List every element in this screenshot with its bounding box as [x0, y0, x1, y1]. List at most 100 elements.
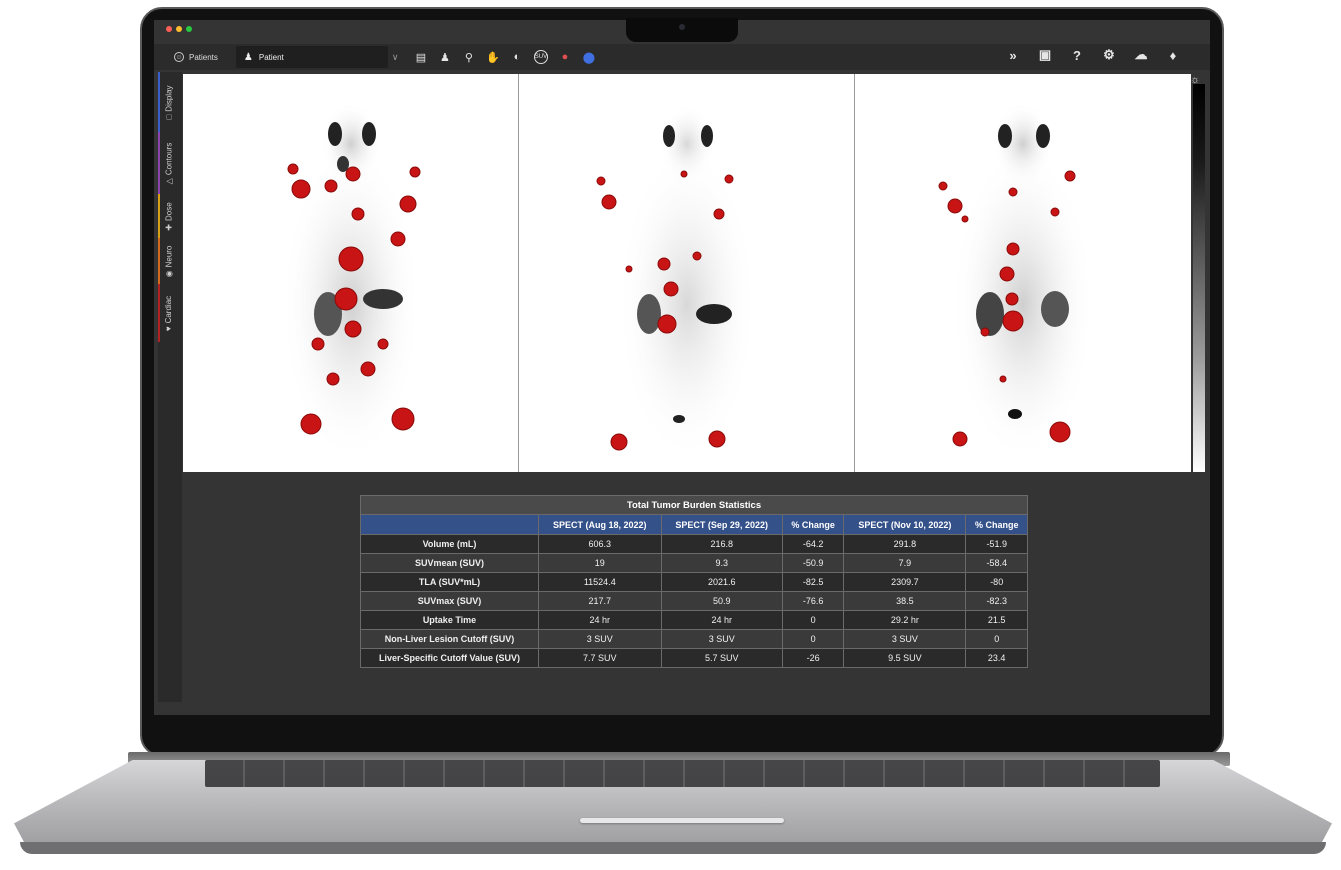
main-toolbar: ☺ Patients ♟ Patient ∨ ▤ ♟ ⚲ ✋ ◐ SUV ● ⬤…: [154, 44, 1210, 70]
settings-icon[interactable]: ⚙: [1102, 47, 1116, 62]
tab-label: Neuro: [164, 245, 174, 267]
table-cell: -82.3: [965, 591, 1028, 611]
viewport-scan-3[interactable]: [855, 74, 1191, 472]
table-cell: -58.4: [965, 553, 1028, 573]
table-cell: 3 SUV: [538, 629, 662, 649]
tab-color-bar: [158, 132, 160, 194]
tool-group: ▤ ♟ ⚲ ✋ ◐ SUV ● ⬤: [414, 50, 596, 64]
users-icon[interactable]: ♟: [438, 50, 452, 64]
pill-icon[interactable]: ●: [558, 50, 572, 64]
dose-icon: ✚: [164, 223, 174, 231]
circle-icon[interactable]: ⬤: [582, 50, 596, 64]
table-header: % Change: [965, 514, 1028, 535]
table-cell: -51.9: [965, 534, 1028, 554]
help-icon[interactable]: ?: [1070, 48, 1084, 63]
camera-icon[interactable]: ▣: [1038, 47, 1052, 62]
save-icon[interactable]: ▤: [414, 50, 428, 64]
tab-label: Display: [164, 84, 174, 112]
viewport-scan-1[interactable]: [183, 74, 519, 472]
tab-neuro[interactable]: ◉ Neuro: [158, 238, 180, 284]
mip-scan-image: [938, 102, 1095, 464]
person-icon: ♟: [243, 51, 253, 63]
suv-icon[interactable]: SUV: [533, 50, 548, 64]
table-cell: 19: [538, 553, 662, 573]
tab-label: Cardiac: [164, 295, 174, 323]
bell-icon[interactable]: ♦: [1166, 48, 1180, 63]
tab-label: Dose: [164, 201, 174, 221]
keyboard: [205, 760, 1160, 787]
table-cell: 0: [965, 629, 1028, 649]
table-cell: 291.8: [843, 534, 967, 554]
table-title: Total Tumor Burden Statistics: [360, 495, 1028, 515]
table-cell: 3 SUV: [843, 629, 967, 649]
search-people-icon[interactable]: ⚲: [462, 50, 476, 64]
monitor-icon: □: [164, 114, 174, 120]
table-cell: 50.9: [660, 591, 783, 611]
camera-icon: [679, 24, 685, 30]
row-label: SUVmax (SUV): [360, 591, 539, 611]
brain-icon: ◉: [164, 269, 174, 277]
table-row: Uptake Time 24 hr 24 hr 0 29.2 hr 21.5: [360, 610, 1028, 630]
tab-dose[interactable]: ✚ Dose: [158, 194, 180, 238]
cloud-icon[interactable]: ☁: [1134, 47, 1148, 62]
chevron-down-icon[interactable]: ∨: [392, 52, 406, 63]
table-cell: 3 SUV: [660, 629, 783, 649]
table-cell: 24 hr: [660, 610, 783, 630]
row-label: Liver-Specific Cutoff Value (SUV): [360, 648, 539, 668]
tab-cardiac[interactable]: ♥ Cardiac: [158, 284, 180, 342]
tab-contours[interactable]: △ Contours: [158, 132, 180, 194]
table-cell: 2309.7: [843, 572, 967, 592]
table-header: SPECT (Sep 29, 2022): [660, 514, 783, 535]
table-cell: 24 hr: [538, 610, 662, 630]
side-tab-bar: □ Display △ Contours ✚ Dose ◉ Neuro ♥ Cardiac: [158, 72, 182, 702]
mip-scan-image: [596, 104, 757, 464]
tab-color-bar: [158, 238, 160, 284]
table-cell: -64.2: [781, 534, 845, 554]
table-cell: -80: [965, 572, 1028, 592]
table-cell: 9.3: [660, 553, 783, 573]
table-row: SUVmean (SUV) 19 9.3 -50.9 7.9 -58.4: [360, 553, 1028, 573]
patients-button[interactable]: ☺ Patients: [174, 52, 218, 62]
contour-icon: △: [164, 177, 174, 184]
table-cell: 7.7 SUV: [538, 648, 662, 668]
mip-scan-image: [281, 102, 421, 464]
table-cell: 0: [781, 610, 845, 630]
tab-display[interactable]: □ Display: [158, 72, 180, 132]
viewport-scan-2[interactable]: [519, 74, 855, 472]
table-row: Non-Liver Lesion Cutoff (SUV) 3 SUV 3 SUV 0…: [360, 629, 1028, 649]
window-level-colorbar[interactable]: [1193, 84, 1205, 472]
table-body: Volume (mL) 606.3 216.8 -64.2 291.8 -51.9 SUVm…: [360, 534, 1028, 668]
trackpad-edge: [580, 818, 784, 823]
expand-icon[interactable]: »: [1006, 48, 1020, 63]
table-cell: 7.9: [843, 553, 967, 573]
table-cell: 217.7: [538, 591, 662, 611]
maximize-window-button[interactable]: [186, 26, 192, 32]
table-header: % Change: [781, 514, 845, 535]
tumor-burden-table: Total Tumor Burden Statistics SPECT (Aug…: [360, 495, 1028, 668]
table-cell: -50.9: [781, 553, 845, 573]
laptop-base-lip: [20, 842, 1326, 854]
close-window-button[interactable]: [166, 26, 172, 32]
tab-label: Contours: [164, 142, 174, 175]
tab-color-bar: [158, 194, 160, 238]
table-cell: -76.6: [781, 591, 845, 611]
table-header: SPECT (Nov 10, 2022): [843, 514, 967, 535]
table-cell: 9.5 SUV: [843, 648, 967, 668]
table-cell: -82.5: [781, 572, 845, 592]
table-cell: -26: [781, 648, 845, 668]
hand-icon[interactable]: ✋: [486, 50, 500, 64]
table-cell: 606.3: [538, 534, 662, 554]
minimize-window-button[interactable]: [176, 26, 182, 32]
toolbar-right-group: » ▣ ? ⚙ ☁ ♦: [1006, 47, 1180, 63]
table-cell: 5.7 SUV: [660, 648, 783, 668]
table-cell: 0: [781, 629, 845, 649]
contrast-icon[interactable]: ◐: [510, 50, 524, 64]
table-cell: 29.2 hr: [843, 610, 967, 630]
row-label: TLA (SUV*mL): [360, 572, 539, 592]
patient-tab[interactable]: ♟ Patient: [235, 46, 388, 68]
tab-color-bar: [158, 72, 160, 132]
table-cell: 11524.4: [538, 572, 662, 592]
heart-icon: ♥: [164, 325, 174, 331]
image-viewports: [183, 74, 1191, 472]
table-cell: 21.5: [965, 610, 1028, 630]
